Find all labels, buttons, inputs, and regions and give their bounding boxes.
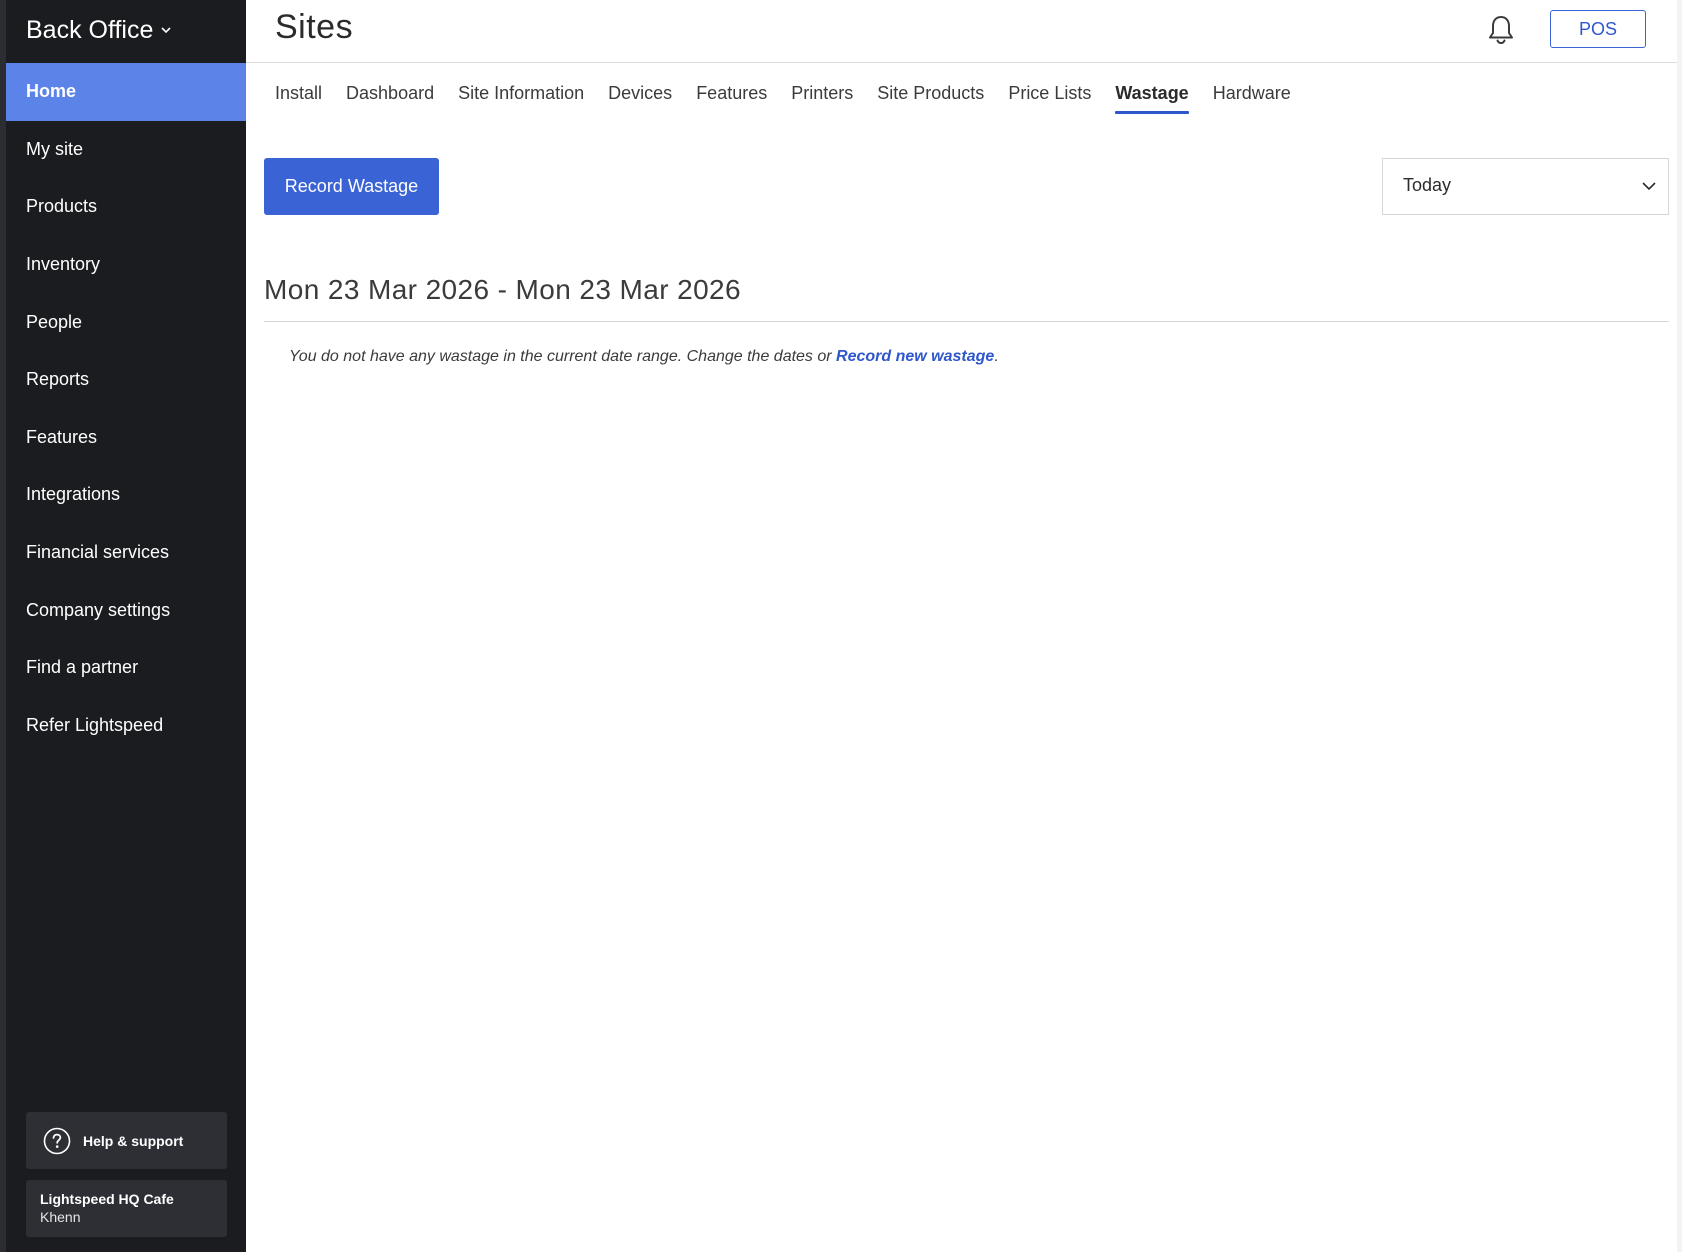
site-tabs: Install Dashboard Site Information Devic… [275, 78, 1315, 114]
sidebar-item-label: Home [26, 81, 77, 102]
empty-state-text: You do not have any wastage in the curre… [289, 348, 837, 365]
sidebar-item-financial-services[interactable]: Financial services [6, 524, 246, 582]
help-support-button[interactable]: Help & support [26, 1112, 227, 1169]
sidebar-item-integrations[interactable]: Integrations [6, 466, 246, 524]
sidebar-item-inventory[interactable]: Inventory [6, 236, 246, 294]
tab-wastage[interactable]: Wastage [1115, 78, 1190, 114]
sidebar-item-people[interactable]: People [6, 293, 246, 351]
account-switcher[interactable]: Lightspeed HQ Cafe Khenn [26, 1180, 227, 1237]
tab-features[interactable]: Features [696, 78, 767, 114]
chevron-down-icon [159, 23, 173, 37]
sidebar-item-company-settings[interactable]: Company settings [6, 581, 246, 639]
tab-price-lists[interactable]: Price Lists [1008, 78, 1091, 114]
account-site-name: Lightspeed HQ Cafe [40, 1191, 174, 1207]
date-range-heading: Mon 23 Mar 2026 - Mon 23 Mar 2026 [264, 274, 742, 305]
tab-install[interactable]: Install [275, 78, 322, 114]
account-user-name: Khenn [40, 1209, 81, 1225]
sidebar-item-label: Integrations [26, 484, 121, 505]
tab-hardware[interactable]: Hardware [1213, 78, 1291, 114]
chevron-down-icon [1640, 177, 1658, 195]
sidebar-item-home[interactable]: Home [6, 63, 246, 121]
sidebar-item-label: Products [26, 196, 98, 217]
question-circle-icon [43, 1127, 71, 1155]
tab-site-products[interactable]: Site Products [877, 78, 984, 114]
record-new-wastage-link[interactable]: Record new wastage [836, 348, 994, 365]
sidebar-item-label: Company settings [26, 599, 171, 620]
tab-site-information[interactable]: Site Information [458, 78, 584, 114]
tab-printers[interactable]: Printers [791, 78, 853, 114]
sidebar-item-refer-lightspeed[interactable]: Refer Lightspeed [6, 697, 246, 755]
empty-state-suffix: . [994, 348, 999, 365]
record-wastage-button[interactable]: Record Wastage [264, 158, 439, 215]
sidebar-item-label: Features [26, 426, 98, 447]
pos-button[interactable]: POS [1550, 10, 1646, 48]
sidebar-item-label: My site [26, 138, 84, 159]
sidebar-item-label: Reports [26, 369, 90, 390]
divider [264, 321, 1669, 322]
sidebar-nav: Home My site Products Inventory People R… [6, 63, 246, 754]
sidebar-item-my-site[interactable]: My site [6, 121, 246, 179]
sidebar-item-label: Refer Lightspeed [26, 714, 164, 735]
help-support-label: Help & support [83, 1132, 184, 1149]
page-title: Sites [275, 8, 354, 46]
tab-dashboard[interactable]: Dashboard [346, 78, 434, 114]
sidebar: Back Office Home My site Products Invent… [0, 0, 246, 1252]
date-range-value: Today [1403, 175, 1452, 195]
empty-state-message: You do not have any wastage in the curre… [289, 348, 999, 366]
bell-icon[interactable] [1483, 12, 1519, 48]
sidebar-item-reports[interactable]: Reports [6, 351, 246, 409]
date-range-select[interactable]: Today [1382, 158, 1669, 215]
back-office-menu[interactable]: Back Office [26, 12, 173, 48]
scroll-edge [1677, 0, 1682, 1252]
sidebar-item-find-a-partner[interactable]: Find a partner [6, 639, 246, 697]
sidebar-item-features[interactable]: Features [6, 409, 246, 467]
sidebar-item-products[interactable]: Products [6, 178, 246, 236]
sidebar-item-label: People [26, 311, 83, 332]
tab-devices[interactable]: Devices [608, 78, 672, 114]
brand-label: Back Office [26, 15, 154, 44]
sidebar-item-label: Inventory [26, 254, 101, 275]
sidebar-item-label: Financial services [26, 542, 170, 563]
top-header: Sites POS [246, 0, 1682, 63]
sidebar-item-label: Find a partner [26, 657, 139, 678]
